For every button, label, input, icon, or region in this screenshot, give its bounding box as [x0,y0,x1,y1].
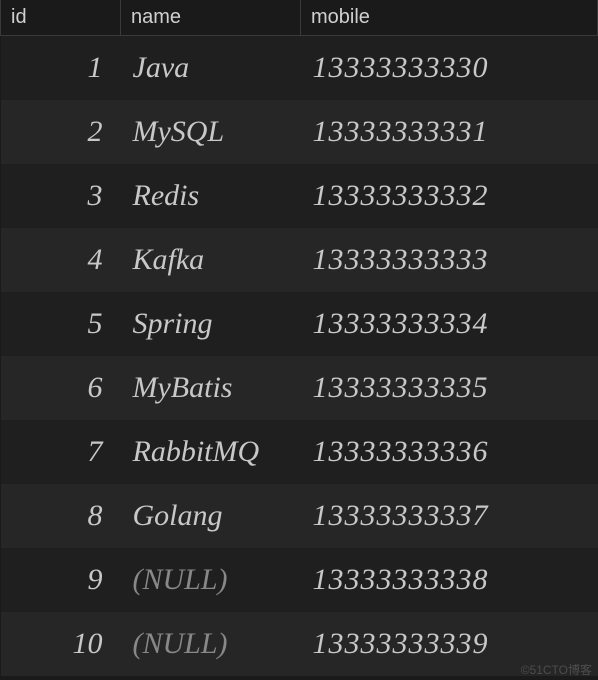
column-header-id[interactable]: id [1,0,121,36]
cell-id: 9 [1,548,121,612]
cell-mobile: 13333333335 [301,356,598,420]
table-row[interactable]: 5Spring13333333334 [1,292,598,356]
cell-name: Golang [121,484,301,548]
column-header-mobile[interactable]: mobile [301,0,598,36]
table-body: 1Java133333333302MySQL133333333313Redis1… [1,36,598,676]
cell-id: 5 [1,292,121,356]
table-row[interactable]: 2MySQL13333333331 [1,100,598,164]
table-header-row: id name mobile [1,0,598,36]
table-row[interactable]: 9(NULL)13333333338 [1,548,598,612]
cell-name: Redis [121,164,301,228]
cell-id: 4 [1,228,121,292]
cell-mobile: 13333333336 [301,420,598,484]
watermark: ©51CTO博客 [521,661,592,678]
table-row[interactable]: 3Redis13333333332 [1,164,598,228]
cell-mobile: 13333333332 [301,164,598,228]
table-row[interactable]: 6MyBatis13333333335 [1,356,598,420]
cell-mobile: 13333333333 [301,228,598,292]
data-table: id name mobile 1Java133333333302MySQL133… [0,0,598,676]
cell-name: Kafka [121,228,301,292]
cell-id: 8 [1,484,121,548]
cell-name: Spring [121,292,301,356]
cell-mobile: 13333333330 [301,36,598,100]
column-header-name[interactable]: name [121,0,301,36]
table-row[interactable]: 10(NULL)13333333339 [1,612,598,676]
cell-mobile: 13333333337 [301,484,598,548]
table-row[interactable]: 4Kafka13333333333 [1,228,598,292]
cell-name: MyBatis [121,356,301,420]
cell-id: 1 [1,36,121,100]
cell-name: (NULL) [121,612,301,676]
cell-id: 7 [1,420,121,484]
cell-mobile: 13333333338 [301,548,598,612]
table-row[interactable]: 1Java13333333330 [1,36,598,100]
cell-name: RabbitMQ [121,420,301,484]
cell-id: 10 [1,612,121,676]
cell-id: 3 [1,164,121,228]
cell-id: 2 [1,100,121,164]
cell-id: 6 [1,356,121,420]
table-row[interactable]: 8Golang13333333337 [1,484,598,548]
cell-mobile: 13333333334 [301,292,598,356]
cell-name: MySQL [121,100,301,164]
table-row[interactable]: 7RabbitMQ13333333336 [1,420,598,484]
cell-name: (NULL) [121,548,301,612]
cell-name: Java [121,36,301,100]
cell-mobile: 13333333331 [301,100,598,164]
